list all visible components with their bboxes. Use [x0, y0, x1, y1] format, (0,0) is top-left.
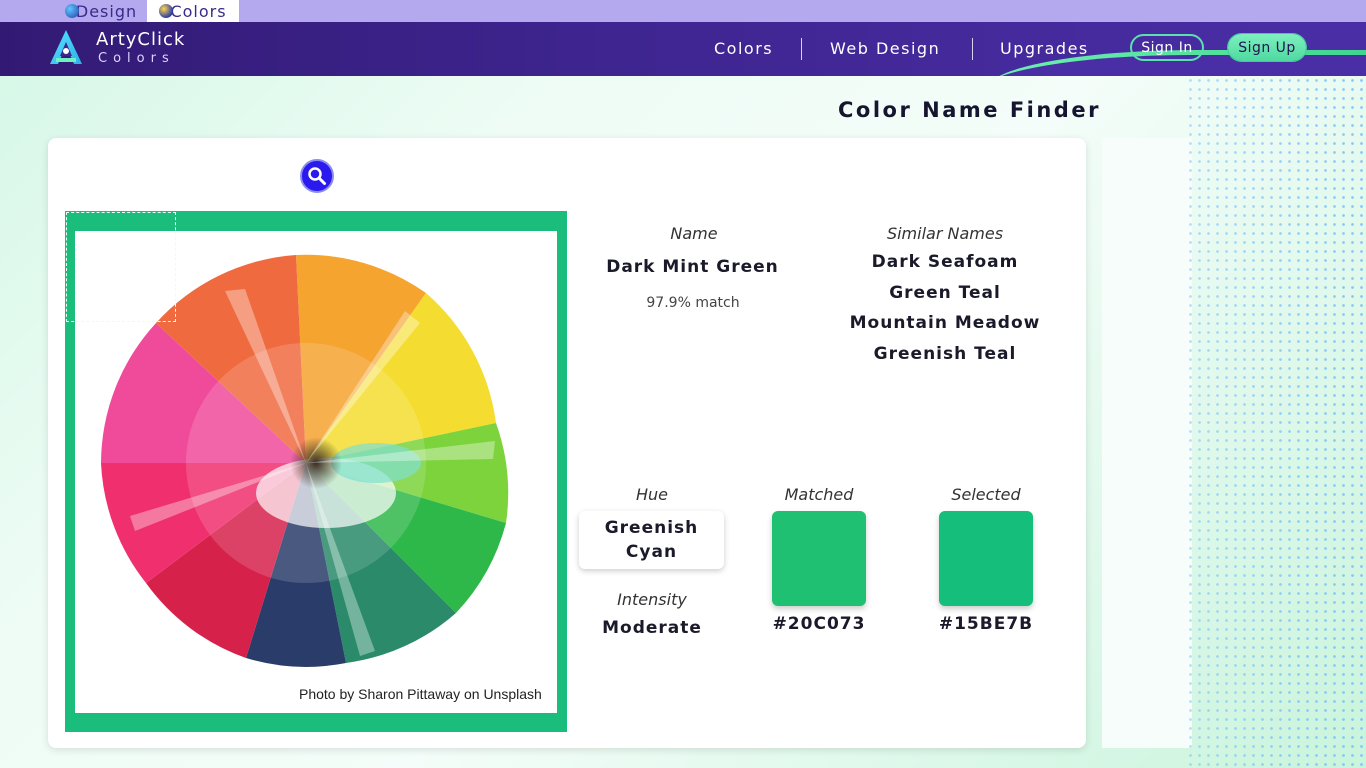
matched-hex: #20C073: [772, 614, 866, 634]
hue-label: Hue: [635, 485, 668, 504]
intensity-label: Intensity: [617, 590, 687, 609]
search-icon: [308, 167, 326, 185]
selected-label: Selected: [951, 485, 1021, 504]
side-panel: [1102, 138, 1192, 748]
sign-in-button[interactable]: Sign In: [1130, 34, 1204, 61]
match-percentage: 97.9% match: [646, 295, 740, 311]
sign-up-button[interactable]: Sign Up: [1228, 34, 1306, 61]
selected-hex: #15BE7B: [938, 614, 1034, 634]
upload-search-button[interactable]: [300, 159, 334, 193]
dot-pattern-decoration: [1186, 76, 1366, 768]
browser-tab-strip: Design Colors: [0, 0, 1366, 22]
brand-name[interactable]: ArtyClick: [96, 29, 185, 50]
site-header: ArtyClick Colors Colors Web Design Upgra…: [0, 22, 1366, 76]
photo-credit: Photo by Sharon Pittaway on Unsplash: [299, 686, 542, 702]
similar-name-item: Green Teal: [889, 282, 1001, 303]
similar-names-list: Dark Seafoam Green Teal Mountain Meadow …: [845, 250, 1045, 372]
design-globe-icon: [64, 4, 79, 18]
selected-color-swatch[interactable]: [939, 511, 1033, 606]
tab-colors[interactable]: Colors: [147, 0, 239, 22]
similar-name-item: Greenish Teal: [873, 343, 1017, 364]
brand-subtitle: Colors: [98, 51, 175, 66]
tab-colors-label: Colors: [170, 1, 227, 21]
nav-upgrades[interactable]: Upgrades: [1000, 39, 1089, 58]
similar-name-item: Dark Seafoam: [871, 252, 1019, 272]
color-selector-region[interactable]: [66, 212, 176, 322]
color-name: Dark Mint Green: [606, 257, 779, 277]
nav-web-design[interactable]: Web Design: [830, 39, 940, 58]
page-title: Color Name Finder: [838, 98, 1101, 122]
tab-design-label: Design: [75, 1, 138, 21]
similar-name-item: Mountain Meadow: [849, 313, 1041, 333]
nav-colors[interactable]: Colors: [714, 39, 773, 58]
similar-names-label: Similar Names: [886, 224, 1004, 243]
hue-value: Greenish Cyan: [579, 511, 724, 569]
nav-separator: [801, 38, 802, 60]
name-label: Name: [670, 224, 718, 243]
tab-design[interactable]: Design: [60, 0, 142, 22]
intensity-value: Moderate: [602, 618, 702, 638]
matched-color-swatch[interactable]: [772, 511, 866, 606]
matched-label: Matched: [784, 485, 854, 504]
nav-separator: [972, 38, 973, 60]
artyclick-logo-icon[interactable]: [48, 28, 84, 68]
